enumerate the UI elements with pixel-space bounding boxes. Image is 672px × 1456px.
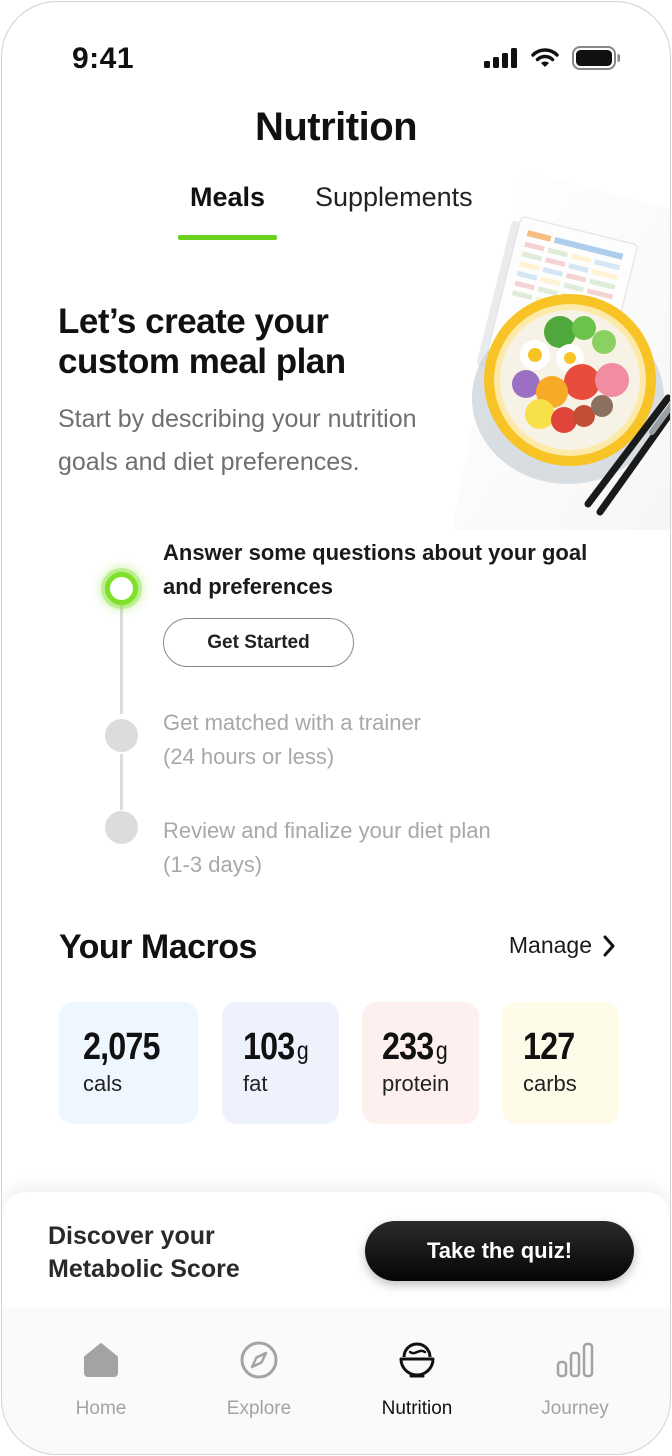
step-3-line-2: (1-3 days) [163, 852, 263, 877]
macro-card-fat[interactable]: 103 g fat [222, 1002, 339, 1124]
macro-value: 233 g [382, 1026, 448, 1068]
bowl-icon [399, 1342, 435, 1378]
macro-card-calories[interactable]: 2,075 cals [59, 1002, 198, 1124]
bar-chart-icon [556, 1342, 594, 1378]
hero-subtitle: Start by describing your nutrition goals… [58, 405, 417, 476]
nav-label-explore: Explore [226, 1398, 292, 1419]
cellular-signal-icon [484, 48, 517, 68]
take-quiz-button[interactable]: Take the quiz! [365, 1221, 634, 1281]
macro-label: cals [83, 1071, 123, 1096]
status-icons [484, 46, 620, 70]
step-connector [120, 754, 123, 810]
macro-value: 2,075 [83, 1026, 160, 1068]
step-2-line-2: (24 hours or less) [163, 744, 335, 769]
metabolic-score-banner: Discover your Metabolic Score Take the q… [2, 1192, 670, 1308]
active-tab-indicator [178, 235, 277, 240]
manage-link[interactable]: Manage [509, 932, 616, 959]
macro-label: carbs [523, 1071, 577, 1096]
nav-item-nutrition[interactable]: Nutrition [352, 1338, 482, 1420]
tab-meals-label: Meals [189, 182, 266, 212]
macro-label: fat [243, 1071, 268, 1096]
status-time: 9:41 [72, 42, 135, 75]
phone-frame: 9:41 Nutrition Meals Supplements Let’s c… [1, 1, 671, 1455]
macro-value: 103 g [243, 1026, 309, 1068]
manage-label: Manage [508, 932, 592, 958]
step-3-line-1: Review and finalize your diet plan [163, 818, 491, 843]
chevron-right-icon [603, 935, 615, 956]
nav-item-journey[interactable]: Journey [510, 1338, 640, 1420]
hero-title: Let’s create your custom meal plan [58, 302, 346, 381]
step-indicator-active [105, 572, 138, 605]
step-2-line-1: Get matched with a trainer [163, 710, 422, 735]
nav-item-home[interactable]: Home [36, 1338, 166, 1420]
macro-value: 127 [523, 1026, 575, 1068]
nav-label-home: Home [75, 1398, 127, 1419]
quiz-banner-text: Discover your Metabolic Score [48, 1222, 240, 1283]
step-indicator-pending [105, 811, 138, 844]
macro-card-protein[interactable]: 233 g protein [362, 1002, 479, 1124]
wifi-icon [531, 48, 559, 67]
battery-icon [572, 46, 620, 70]
tab-meals[interactable]: Meals [178, 182, 277, 240]
step-2-text: Get matched with a trainer (24 hours or … [163, 706, 603, 774]
home-icon [84, 1343, 118, 1377]
macros-title: Your Macros [59, 928, 257, 966]
page-title: Nutrition [254, 105, 418, 149]
step-1-text: Answer some questions about your goal an… [163, 540, 588, 599]
nav-item-explore[interactable]: Explore [194, 1338, 324, 1420]
macro-label: protein [382, 1071, 450, 1096]
nav-label-journey: Journey [541, 1398, 609, 1419]
macro-card-carbs[interactable]: 127 carbs [502, 1002, 619, 1124]
nav-label-nutrition: Nutrition [381, 1398, 453, 1419]
step-indicator-pending [105, 719, 138, 752]
compass-icon [240, 1341, 278, 1379]
step-connector [120, 602, 123, 714]
bottom-nav: Home Explore Nutrition Journey [2, 1308, 670, 1454]
step-3-text: Review and finalize your diet plan (1-3 … [163, 814, 603, 882]
get-started-button[interactable]: Get Started [163, 618, 354, 667]
